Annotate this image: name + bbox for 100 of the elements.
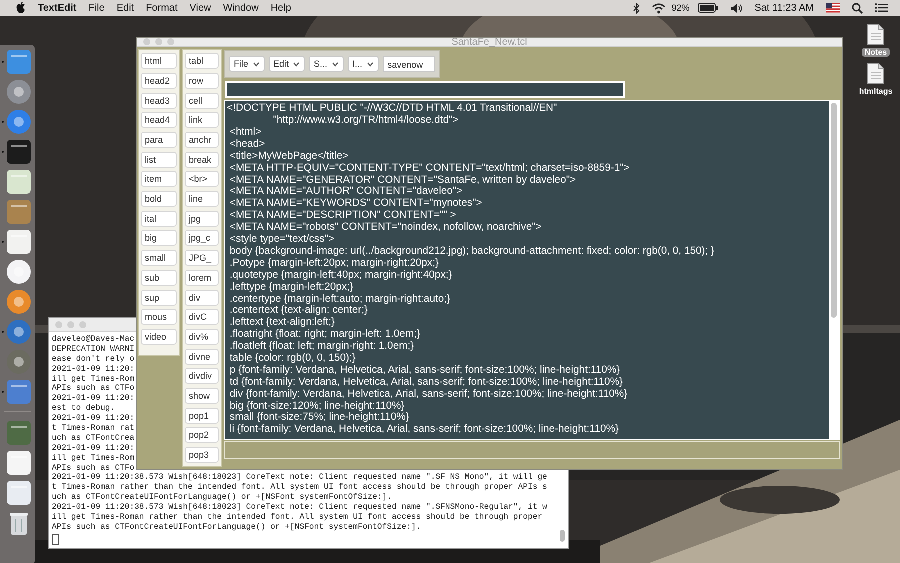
- round-app-icon[interactable]: [6, 109, 32, 135]
- tag-button[interactable]: sub: [141, 270, 177, 286]
- tag-button[interactable]: html: [141, 53, 177, 70]
- tag-button[interactable]: show: [185, 388, 219, 404]
- square-app-icon[interactable]: [6, 420, 32, 446]
- menu-item[interactable]: Window: [217, 2, 265, 14]
- square-app-icon[interactable]: [6, 169, 32, 195]
- tag-button[interactable]: pop1: [185, 408, 219, 424]
- tag-button[interactable]: pop2: [185, 427, 219, 444]
- code-line: .floatright {float: right; margin-left: 1.0em;}: [228, 329, 420, 342]
- code-line: <META NAME="KEYWORDS" CONTENT="mynotes">: [228, 198, 482, 210]
- search-icon[interactable]: [852, 2, 863, 14]
- tag-button[interactable]: bold: [141, 191, 177, 208]
- code-line: <head>: [228, 138, 266, 151]
- menu-item[interactable]: View: [184, 2, 218, 14]
- terminal-line: uch as CTFontCreateUIFontForLanguage() or +[NSFont systemFontOfSize:].: [52, 493, 392, 503]
- document-icon[interactable]: [866, 24, 885, 46]
- square-app-icon[interactable]: [6, 379, 32, 405]
- tag-button[interactable]: head4: [141, 112, 177, 128]
- app-menu[interactable]: TextEdit: [32, 2, 83, 14]
- tag-button[interactable]: div: [185, 290, 219, 306]
- tag-button[interactable]: row: [185, 72, 219, 89]
- scroll-thumb[interactable]: [560, 530, 565, 542]
- round-app-icon[interactable]: [6, 79, 32, 105]
- round-app-icon[interactable]: [6, 289, 32, 315]
- code-editor[interactable]: [225, 101, 829, 440]
- volume-icon[interactable]: [730, 2, 743, 14]
- tag-button[interactable]: lorem: [185, 270, 219, 286]
- square-app-icon[interactable]: [6, 199, 32, 225]
- file-label[interactable]: htmltags: [856, 87, 896, 96]
- terminal-line: ill get Times-Roman rather than the intended font. All system UI font access should be through proper: [52, 513, 543, 523]
- wifi-icon[interactable]: [652, 2, 666, 14]
- code-line: .lefttype {margin-left:20px;}: [228, 282, 354, 294]
- code-line: .lefttext {text-align:left;}: [228, 317, 336, 330]
- terminal-line: uch as CTFontCrea: [52, 434, 135, 444]
- tag-button[interactable]: jpg_c: [185, 230, 219, 246]
- tag-button[interactable]: tabl: [185, 53, 219, 70]
- tag-button[interactable]: JPG_: [185, 250, 219, 266]
- tag-button[interactable]: head3: [141, 92, 177, 109]
- text-field[interactable]: savenow: [382, 56, 435, 72]
- tag-button[interactable]: divdiv: [185, 368, 219, 384]
- code-line: <title>MyWebPage</title>: [228, 150, 349, 163]
- tag-button[interactable]: sup: [141, 290, 177, 306]
- tag-button[interactable]: ital: [141, 210, 177, 227]
- tag-button[interactable]: <br>: [185, 171, 219, 188]
- terminal-line: ill get Times-Rom: [52, 454, 135, 464]
- round-app-icon[interactable]: [6, 259, 32, 285]
- terminal-line: APIs such as CTFo: [52, 384, 135, 394]
- menu-item[interactable]: File: [82, 2, 111, 14]
- code-line: .quotetype {margin-left:40px; margin-right:40px;}: [228, 270, 452, 282]
- terminal-line: 2021-01-09 11:20:: [52, 444, 135, 454]
- document-icon[interactable]: [867, 63, 885, 85]
- code-line: .centertype {margin-left:auto; margin-right:auto;}: [228, 294, 451, 306]
- menu-button[interactable]: S...: [309, 56, 344, 72]
- tag-button[interactable]: item: [141, 171, 177, 188]
- code-line: big {font-size:120%; line-height:110%}: [228, 400, 405, 412]
- tag-button[interactable]: head2: [141, 72, 177, 89]
- menu-button[interactable]: Edit: [268, 56, 306, 72]
- tag-button[interactable]: link: [185, 112, 219, 128]
- bluetooth-icon[interactable]: [632, 2, 640, 14]
- tag-button[interactable]: jpg: [185, 210, 219, 227]
- terminal-line: 2021-01-09 11:20:: [52, 364, 135, 375]
- square-app-icon[interactable]: [6, 480, 32, 506]
- terminal-line: 2021-01-09 11:20:: [52, 414, 135, 424]
- code-line: .centertext {text-align: center;}: [228, 305, 368, 318]
- tag-button[interactable]: cell: [185, 92, 219, 109]
- tag-button[interactable]: small: [141, 250, 177, 266]
- battery-icon[interactable]: [698, 3, 718, 13]
- square-app-icon[interactable]: [6, 139, 32, 165]
- code-line: td {font-family: Verdana, Helvetica, Arial, sans-serif; font-size:100%; line-height:110%}: [228, 376, 624, 389]
- scroll-thumb[interactable]: [831, 103, 837, 318]
- list-icon[interactable]: [875, 3, 888, 13]
- square-app-icon[interactable]: [6, 229, 32, 255]
- tag-button[interactable]: pop3: [185, 447, 219, 463]
- menu-item[interactable]: Format: [140, 2, 184, 14]
- clock[interactable]: Sat 11:23 AM: [748, 2, 820, 14]
- tag-button[interactable]: divne: [185, 348, 219, 365]
- code-line: <META NAME="GENERATOR" CONTENT="SantaFe, written by daveleo">: [228, 174, 576, 186]
- square-app-icon[interactable]: [6, 49, 32, 75]
- tag-button[interactable]: video: [141, 328, 177, 345]
- tag-button[interactable]: anchr: [185, 132, 219, 148]
- apple-logo-icon[interactable]: [16, 2, 26, 14]
- tag-button[interactable]: divC: [185, 309, 219, 326]
- menu-button[interactable]: File: [229, 56, 265, 72]
- tag-button[interactable]: big: [141, 230, 177, 246]
- square-app-icon[interactable]: [6, 450, 32, 476]
- tag-button[interactable]: line: [185, 191, 219, 208]
- chevron-icon: [252, 62, 260, 67]
- tag-button[interactable]: break: [185, 152, 219, 168]
- code-line: .floatleft {float: left; margin-right: 1.0em;}: [228, 341, 414, 353]
- menu-item[interactable]: Edit: [110, 2, 140, 14]
- tag-button[interactable]: mous: [141, 309, 177, 326]
- input-field[interactable]: [225, 81, 625, 98]
- code-line: <style type="text/css">: [228, 234, 335, 246]
- tag-button[interactable]: list: [141, 152, 177, 168]
- menu-button[interactable]: I...: [348, 56, 379, 72]
- flag-icon[interactable]: [826, 3, 840, 13]
- tag-button[interactable]: para: [141, 132, 177, 148]
- tag-button[interactable]: div%: [185, 328, 219, 345]
- menu-item[interactable]: Help: [264, 2, 298, 14]
